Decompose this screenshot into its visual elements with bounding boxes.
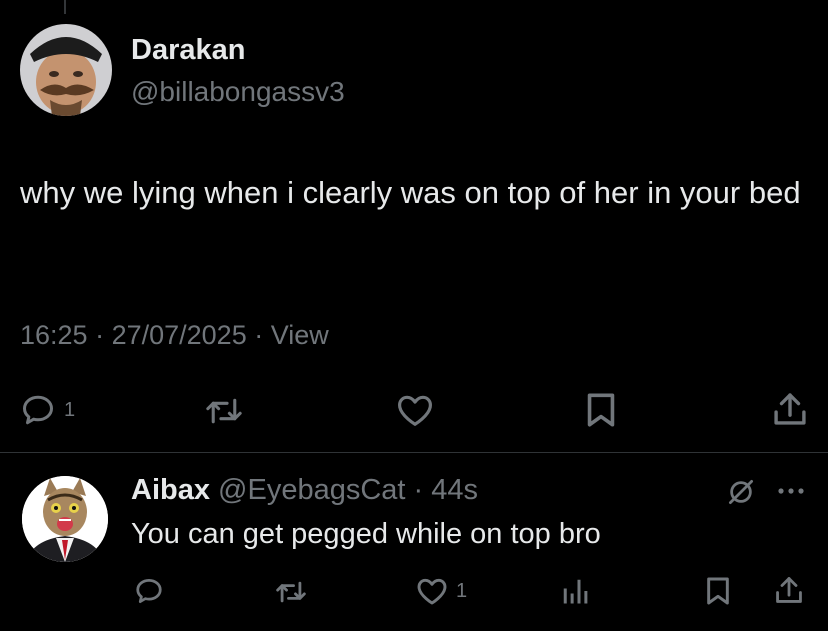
reply-icon bbox=[136, 579, 162, 603]
heart-icon bbox=[417, 578, 447, 605]
grok-button[interactable] bbox=[726, 477, 756, 507]
author-handle[interactable]: @billabongassv3 bbox=[131, 76, 345, 108]
retweet-icon bbox=[276, 581, 306, 603]
meta-separator: · bbox=[246, 320, 271, 350]
bookmark-icon bbox=[587, 393, 615, 427]
reply-retweet-button[interactable] bbox=[274, 578, 308, 606]
grok-icon bbox=[729, 480, 753, 504]
reply-reply-button[interactable] bbox=[134, 576, 164, 606]
reply-button[interactable]: 1 bbox=[20, 392, 75, 428]
tweet-text: why we lying when i clearly was on top o… bbox=[20, 175, 801, 210]
tweet-date[interactable]: 27/07/2025 bbox=[112, 320, 247, 350]
views-link[interactable]: View bbox=[271, 320, 329, 350]
reply-separator: · bbox=[405, 474, 432, 506]
retweet-icon bbox=[206, 398, 242, 424]
tweet-time[interactable]: 16:25 bbox=[20, 320, 88, 350]
reply-count: 1 bbox=[64, 398, 76, 421]
reply-analytics-button[interactable] bbox=[560, 576, 590, 606]
bookmark-button[interactable] bbox=[586, 392, 616, 428]
author-name[interactable]: Darakan bbox=[131, 34, 245, 67]
divider bbox=[0, 452, 828, 453]
reply-author-name[interactable]: Aibax bbox=[131, 474, 210, 506]
thread-connector-line bbox=[64, 0, 66, 14]
reply-author-avatar[interactable] bbox=[22, 476, 108, 562]
reply-age[interactable]: 44s bbox=[431, 474, 478, 506]
share-button[interactable] bbox=[773, 390, 807, 428]
like-button[interactable] bbox=[396, 392, 434, 428]
reply-like-count: 1 bbox=[456, 579, 468, 602]
reply-share-button[interactable] bbox=[775, 574, 803, 606]
more-button[interactable] bbox=[776, 486, 806, 496]
reply-author-handle[interactable]: @EyebagsCat bbox=[218, 474, 405, 506]
author-avatar[interactable] bbox=[20, 24, 112, 116]
heart-icon bbox=[398, 395, 432, 426]
meta-separator: · bbox=[87, 320, 112, 350]
tweet-meta: 16:25 · 27/07/2025 · View bbox=[20, 320, 329, 351]
reply-like-button[interactable]: 1 bbox=[416, 576, 467, 606]
analytics-icon bbox=[563, 579, 588, 604]
reply-header: Aibax @EyebagsCat · 44s bbox=[131, 474, 478, 507]
more-icon bbox=[778, 488, 804, 494]
reply-icon bbox=[23, 395, 53, 425]
bookmark-icon bbox=[707, 577, 729, 605]
reply-text: You can get pegged while on top bro bbox=[131, 518, 601, 550]
share-icon bbox=[774, 393, 806, 425]
retweet-button[interactable] bbox=[204, 394, 244, 428]
share-icon bbox=[776, 577, 802, 603]
reply-bookmark-button[interactable] bbox=[706, 576, 730, 606]
